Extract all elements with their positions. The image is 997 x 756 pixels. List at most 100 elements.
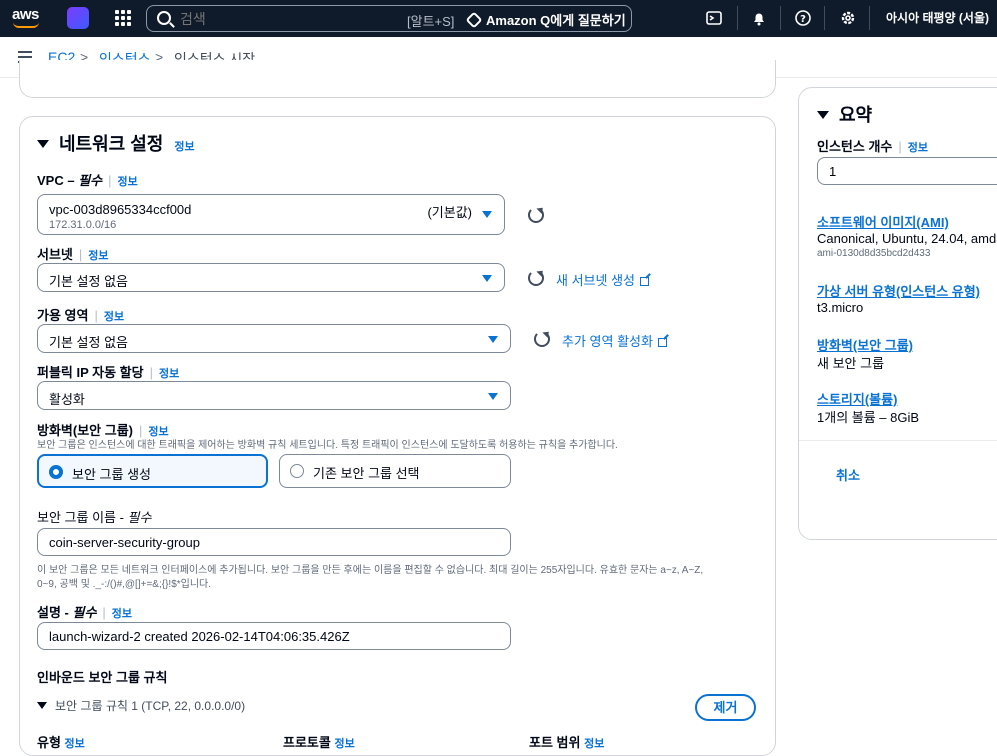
search-shortcut: [알트+S]: [407, 14, 455, 29]
divider: |: [94, 308, 98, 323]
aws-logo[interactable]: aws: [12, 6, 39, 23]
divider: [824, 6, 825, 30]
public-ip-label-text: 퍼블릭 IP 자동 할당: [37, 365, 144, 380]
firewall-summary-value: 새 보안 그룹: [817, 356, 885, 371]
enable-zones-label: 추가 영역 활성화: [562, 334, 653, 349]
refresh-az-icon[interactable]: [534, 331, 550, 347]
refresh-vpc-icon[interactable]: [528, 207, 544, 223]
summary-title-label: 요약: [839, 105, 873, 125]
svg-text:?: ?: [800, 14, 806, 25]
info-link[interactable]: 정보: [104, 311, 124, 323]
info-link[interactable]: 정보: [65, 738, 85, 750]
col-type-label: 유형: [37, 735, 61, 750]
product-icon[interactable]: [67, 7, 89, 29]
bell-icon[interactable]: [750, 9, 768, 27]
external-link-icon: [639, 277, 649, 286]
gear-icon[interactable]: [839, 9, 857, 27]
existing-sg-label: 기존 보안 그룹 선택: [313, 466, 420, 481]
cloudshell-icon[interactable]: [705, 9, 723, 27]
select-existing-sg-option[interactable]: 기존 보안 그룹 선택: [279, 454, 511, 488]
info-link[interactable]: 정보: [118, 176, 138, 188]
az-value: 기본 설정 없음: [49, 335, 128, 350]
radio-selected[interactable]: [49, 465, 63, 479]
instance-count-label: 인스턴스 개수 | 정보: [817, 136, 928, 155]
search-bar[interactable]: [알트+S] Amazon Q에게 질문하기: [146, 5, 632, 32]
search-input[interactable]: [180, 11, 380, 27]
services-grid-icon[interactable]: [115, 10, 131, 26]
amazon-q-button[interactable]: Amazon Q에게 질문하기: [465, 10, 626, 29]
enable-zones-link[interactable]: 추가 영역 활성화: [562, 331, 667, 350]
search-icon: [157, 11, 171, 25]
inbound-rules-title: 인바운드 보안 그룹 규칙: [37, 670, 168, 685]
help-icon[interactable]: ?: [794, 9, 812, 27]
instance-count-input[interactable]: [817, 157, 997, 185]
divider: |: [108, 173, 112, 188]
ami-link[interactable]: 소프트웨어 이미지(AMI): [817, 212, 949, 231]
region-selector[interactable]: 아시아 태평양 (서울): [886, 9, 989, 26]
refresh-subnet-icon[interactable]: [528, 270, 544, 286]
sg-description-input[interactable]: [37, 622, 511, 650]
firewall-description: 보안 그룹은 인스턴스에 대한 트래픽을 제어하는 방화벽 규칙 세트입니다. …: [37, 440, 618, 451]
info-link[interactable]: 정보: [112, 608, 132, 620]
rule-type-label: 유형 정보: [37, 732, 85, 751]
top-navigation-bar: aws [알트+S] Amazon Q에게 질문하기 ? 아시아 태평양 (서울…: [0, 0, 997, 37]
create-security-group-option[interactable]: 보안 그룹 생성: [37, 454, 268, 488]
caret-down-icon: [37, 140, 49, 148]
subnet-label-text: 서브넷: [37, 247, 73, 262]
info-link[interactable]: 정보: [584, 738, 604, 750]
info-link[interactable]: 정보: [174, 141, 194, 153]
dropdown-arrow-icon: [482, 275, 492, 282]
public-ip-select[interactable]: 활성화: [37, 381, 511, 410]
subnet-select[interactable]: 기본 설정 없음: [37, 263, 505, 292]
network-settings-title[interactable]: 네트워크 설정 정보: [37, 130, 195, 156]
public-ip-label: 퍼블릭 IP 자동 할당 | 정보: [37, 362, 179, 381]
dropdown-arrow-icon: [488, 336, 498, 343]
sg-name-label: 보안 그룹 이름 - 필수: [37, 507, 151, 526]
col-port-label: 포트 범위: [529, 735, 581, 750]
radio-unselected[interactable]: [290, 464, 304, 478]
sg-name-help-1: 이 보안 그룹은 모든 네트워크 인터페이스에 추가됩니다. 보안 그룹을 만든…: [37, 565, 704, 576]
firewall-summary-link[interactable]: 방화벽(보안 그룹): [817, 335, 913, 354]
create-subnet-label: 새 서브넷 생성: [556, 273, 635, 288]
inbound-rule-label: 보안 그룹 규칙 1 (TCP, 22, 0.0.0.0/0): [55, 699, 246, 713]
storage-link[interactable]: 스토리지(볼륨): [817, 389, 897, 408]
previous-card-bottom: [19, 60, 776, 98]
instance-type-link[interactable]: 가상 서버 유형(인스턴스 유형): [817, 281, 980, 300]
info-link[interactable]: 정보: [334, 738, 354, 750]
sg-name-label-text: 보안 그룹 이름 -: [37, 510, 128, 525]
instance-type-value: t3.micro: [817, 300, 864, 315]
cancel-button[interactable]: 취소: [836, 465, 860, 484]
subnet-label: 서브넷 | 정보: [37, 244, 109, 263]
amazon-q-label: Amazon Q에게 질문하기: [486, 13, 626, 28]
aws-smile-icon: [13, 22, 39, 28]
az-select[interactable]: 기본 설정 없음: [37, 324, 511, 353]
remove-rule-button[interactable]: 제거: [695, 694, 756, 721]
rule-protocol-label: 프로토콜 정보: [283, 732, 355, 751]
ami-id: ami-0130d8d35bcd2d433: [817, 248, 931, 259]
summary-divider: [799, 440, 997, 441]
ami-value: Canonical, Ubuntu, 24.04, amd3: [817, 231, 997, 246]
divider: [869, 6, 870, 30]
rule-port-label: 포트 범위 정보: [529, 732, 604, 751]
sg-desc-label-text: 설명 -: [37, 605, 73, 620]
sg-name-help-2: 0~9, 공백 및 ._-:/()#,@[]+=&;{}!$*입니다.: [37, 579, 212, 590]
info-link[interactable]: 정보: [908, 142, 928, 154]
summary-title[interactable]: 요약: [817, 101, 872, 127]
vpc-select[interactable]: vpc-003d8965334ccf00d 172.31.0.0/16 (기본값…: [37, 194, 505, 235]
sg-name-input[interactable]: [37, 528, 511, 556]
amazon-q-icon: [465, 11, 483, 29]
info-link[interactable]: 정보: [88, 250, 108, 262]
inbound-rule-1-toggle[interactable]: 보안 그룹 규칙 1 (TCP, 22, 0.0.0.0/0): [37, 697, 245, 714]
external-link-icon: [657, 338, 667, 347]
dropdown-arrow-icon: [482, 211, 492, 218]
create-sg-label: 보안 그룹 생성: [72, 467, 151, 482]
caret-down-icon: [37, 702, 47, 709]
required-marker: 필수: [72, 605, 97, 620]
info-link[interactable]: 정보: [159, 368, 179, 380]
subnet-value: 기본 설정 없음: [49, 274, 128, 289]
required-marker: 필수: [78, 173, 103, 188]
vpc-default-tag: (기본값): [427, 205, 472, 220]
divider: |: [78, 247, 83, 262]
create-subnet-link[interactable]: 새 서브넷 생성: [556, 270, 649, 289]
dropdown-arrow-icon: [488, 393, 498, 400]
